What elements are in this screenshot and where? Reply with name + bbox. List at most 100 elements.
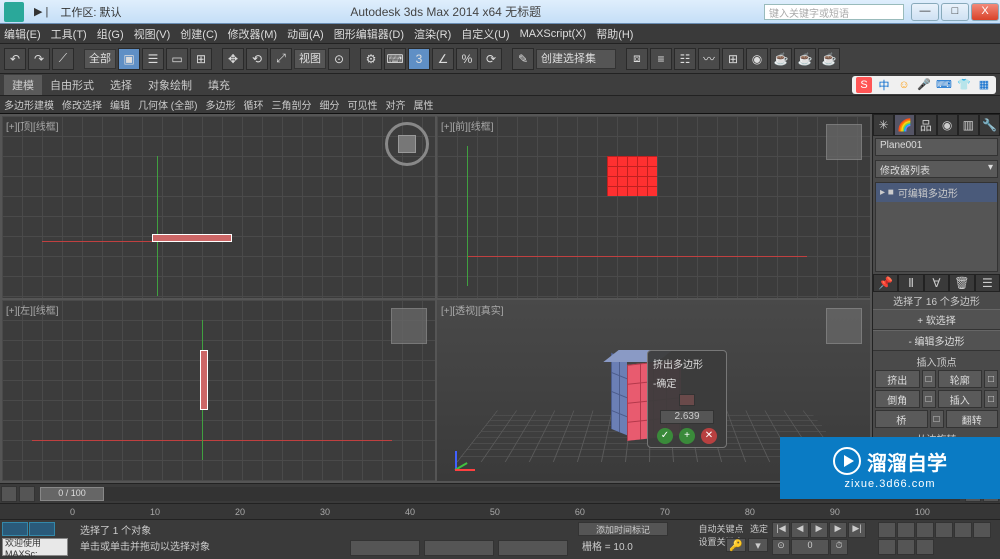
named-selection-dropdown[interactable]: 创建选择集 <box>536 49 616 69</box>
select-manipulate-icon[interactable]: ⚙ <box>360 48 382 70</box>
zoom-icon[interactable] <box>897 522 915 538</box>
angle-snap-icon[interactable]: ∠ <box>432 48 454 70</box>
tab-utilities-icon[interactable]: 🔧 <box>979 114 1000 136</box>
maxscript-listener[interactable]: 欢迎使用 MAXSc: <box>2 538 68 556</box>
viewcube-icon[interactable] <box>826 124 862 160</box>
move-icon[interactable]: ✥ <box>222 48 244 70</box>
timeslider-prev-icon[interactable] <box>1 486 17 502</box>
viewport-front[interactable]: [+][前][线框] <box>437 116 870 298</box>
time-config-icon[interactable]: ⏱ <box>830 539 848 555</box>
percent-snap-icon[interactable]: % <box>456 48 478 70</box>
curve-editor-icon[interactable]: 〰 <box>698 48 720 70</box>
object-name-field[interactable]: Plane001 <box>875 138 998 156</box>
fov-icon[interactable] <box>973 522 991 538</box>
align-icon[interactable]: ≡ <box>650 48 672 70</box>
minimize-button[interactable]: — <box>911 3 939 21</box>
close-button[interactable]: X <box>971 3 999 21</box>
outline-button[interactable]: 轮廓 <box>938 370 983 388</box>
object-left-view[interactable] <box>200 350 208 410</box>
ime-sogou-icon[interactable]: S <box>856 77 872 93</box>
tab-freeform[interactable]: 自由形式 <box>42 75 102 95</box>
caddy-cancel-button[interactable]: ✕ <box>701 428 717 444</box>
viewcube-icon[interactable] <box>826 308 862 344</box>
play-icon[interactable]: ▶ <box>810 522 828 538</box>
show-end-result-icon[interactable]: Ⅱ <box>898 274 923 292</box>
menu-graph[interactable]: 图形编辑器(D) <box>334 26 404 42</box>
zoom-extents-all-icon[interactable] <box>954 522 972 538</box>
modifier-editable-poly[interactable]: ▸ ■可编辑多边形 <box>876 183 997 202</box>
menu-group[interactable]: 组(G) <box>97 26 124 42</box>
configure-sets-icon[interactable]: ☰ <box>975 274 1000 292</box>
tab-create-icon[interactable]: ✳ <box>873 114 894 136</box>
ime-keyboard-icon[interactable]: ⌨ <box>936 77 952 93</box>
inset-settings-button[interactable]: □ <box>984 390 998 408</box>
ime-emoji-icon[interactable]: ☺ <box>896 77 912 93</box>
tab-motion-icon[interactable]: ◉ <box>937 114 958 136</box>
zoom-extents-icon[interactable] <box>935 522 953 538</box>
selection-filter-dropdown[interactable]: 全部 <box>84 49 116 69</box>
menu-modifiers[interactable]: 修改器(M) <box>228 26 278 42</box>
timeline-ruler[interactable]: 0 10 20 30 40 50 60 70 80 90 100 <box>0 503 1000 519</box>
autokey-button[interactable]: 自动关键点 <box>698 524 743 534</box>
maximize-button[interactable]: □ <box>941 3 969 21</box>
bridge-button[interactable]: 桥 <box>875 410 928 428</box>
pin-stack-icon[interactable]: 📌 <box>873 274 898 292</box>
mirror-icon[interactable]: ⧈ <box>626 48 648 70</box>
use-pivot-icon[interactable]: ⊙ <box>328 48 350 70</box>
next-frame-icon[interactable]: ▶ <box>829 522 847 538</box>
layer-manager-icon[interactable]: ☷ <box>674 48 696 70</box>
flip-button[interactable]: 翻转 <box>946 410 999 428</box>
menu-animation[interactable]: 动画(A) <box>287 26 324 42</box>
ime-settings-icon[interactable]: ▦ <box>976 77 992 93</box>
timeslider-prev2-icon[interactable] <box>19 486 35 502</box>
coord-x-field[interactable] <box>350 540 420 556</box>
bevel-settings-button[interactable]: □ <box>922 390 936 408</box>
pan-view-icon[interactable] <box>878 522 896 538</box>
menu-render[interactable]: 渲染(R) <box>414 26 451 42</box>
caddy-ok-button[interactable]: ✓ <box>657 428 673 444</box>
time-slider-handle[interactable]: 0 / 100 <box>40 487 104 501</box>
ime-voice-icon[interactable]: 🎤 <box>916 77 932 93</box>
rg-align[interactable]: 对齐 <box>385 97 405 112</box>
rollout-edit-polygons[interactable]: - 编辑多边形 <box>873 330 1000 351</box>
viewport-top-label[interactable]: [+][顶][线框] <box>6 118 59 133</box>
viewport-top[interactable]: [+][顶][线框] <box>2 116 435 298</box>
rg-polys[interactable]: 多边形 <box>205 97 235 112</box>
menu-create[interactable]: 创建(C) <box>180 26 217 42</box>
tab-selection[interactable]: 选择 <box>102 75 140 95</box>
steering-wheel-icon[interactable] <box>385 122 429 166</box>
material-editor-icon[interactable]: ◉ <box>746 48 768 70</box>
rg-edit[interactable]: 编辑 <box>110 97 130 112</box>
select-by-name-icon[interactable]: ☰ <box>142 48 164 70</box>
viewport-persp-label[interactable]: [+][透视][真实] <box>441 302 504 317</box>
viewport-left[interactable]: [+][左][线框] <box>2 300 435 482</box>
rotate-icon[interactable]: ⟲ <box>246 48 268 70</box>
render-icon[interactable]: ☕ <box>818 48 840 70</box>
ime-skin-icon[interactable]: 👕 <box>956 77 972 93</box>
caddy-apply-button[interactable]: + <box>679 428 695 444</box>
keyboard-shortcut-icon[interactable]: ⌨ <box>384 48 406 70</box>
menu-edit[interactable]: 编辑(E) <box>4 26 41 42</box>
object-front-view[interactable] <box>607 156 657 196</box>
goto-start-icon[interactable]: |◀ <box>772 522 790 538</box>
viewport-front-label[interactable]: [+][前][线框] <box>441 118 494 133</box>
menu-help[interactable]: 帮助(H) <box>596 26 633 42</box>
viewcube-icon[interactable] <box>391 308 427 344</box>
tab-display-icon[interactable]: ▥ <box>958 114 979 136</box>
tab-object-paint[interactable]: 对象绘制 <box>140 75 200 95</box>
tab-populate[interactable]: 填充 <box>200 75 238 95</box>
workspace-selector[interactable]: 工作区: 默认 <box>54 4 127 20</box>
undo-icon[interactable]: ↶ <box>4 48 26 70</box>
link-icon[interactable]: ⟋ <box>52 48 74 70</box>
prev-frame-icon[interactable]: ◀ <box>791 522 809 538</box>
extrude-settings-button[interactable]: □ <box>922 370 936 388</box>
trackbar-toggle-icon[interactable] <box>2 522 28 536</box>
render-frame-icon[interactable]: ☕ <box>794 48 816 70</box>
rg-subdiv[interactable]: 细分 <box>319 97 339 112</box>
add-time-tag-button[interactable]: 添加时间标记 <box>578 522 668 536</box>
bevel-button[interactable]: 倒角 <box>875 390 920 408</box>
rg-geom[interactable]: 几何体 (全部) <box>138 97 197 112</box>
rg-tri[interactable]: 三角剖分 <box>271 97 311 112</box>
selected-button[interactable]: 选定 <box>750 524 768 534</box>
ime-lang-icon[interactable]: 中 <box>876 77 892 93</box>
